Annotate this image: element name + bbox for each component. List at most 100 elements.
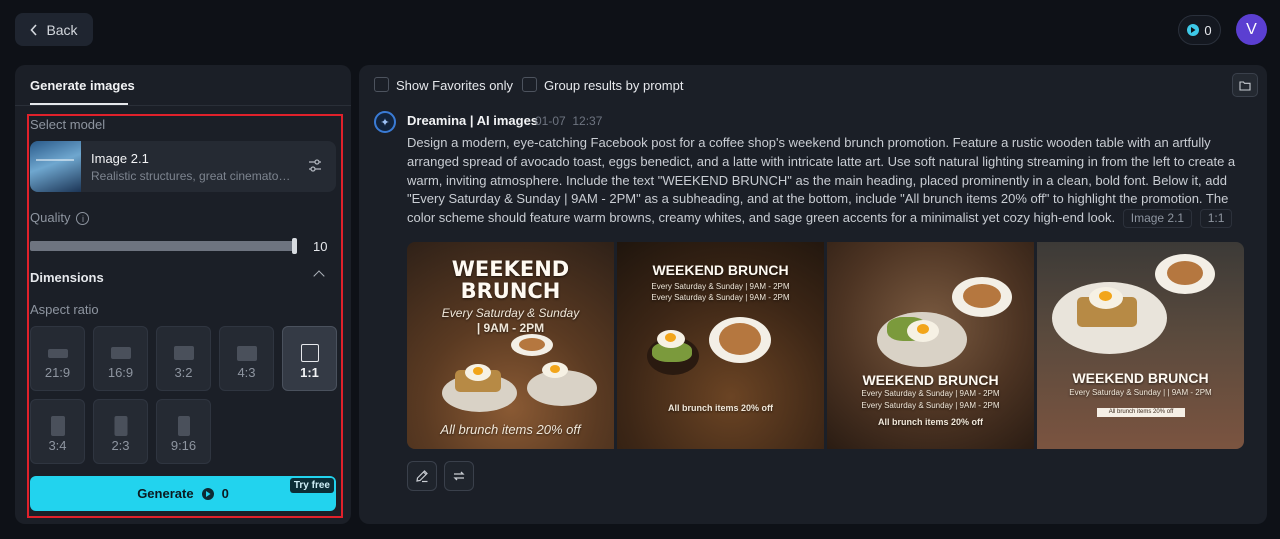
aspect-ratio-1-1[interactable]: 1:1 — [282, 326, 337, 391]
generated-image-3[interactable]: WEEKEND BRUNCH Every Saturday & Sunday |… — [827, 242, 1034, 449]
back-label: Back — [46, 21, 78, 38]
show-favorites-checkbox[interactable] — [374, 77, 389, 92]
coin-icon — [201, 487, 214, 500]
model-tag: Image 2.1 — [1122, 209, 1193, 229]
image-offer: All brunch items 20% off — [440, 422, 581, 437]
timestamp: 01-07 12:37 — [535, 114, 602, 128]
latte-art — [719, 323, 761, 355]
latte-art — [1167, 261, 1203, 285]
model-selector[interactable]: Image 2.1 Realistic structures, great ci… — [30, 141, 336, 192]
quality-label-text: Quality — [30, 210, 71, 225]
credits-pill[interactable]: 0 — [1178, 15, 1221, 45]
ratio-tag: 1:1 — [1199, 209, 1233, 229]
generate-cost: 0 — [221, 486, 229, 501]
aspect-ratio-shape-icon — [114, 416, 127, 436]
aspect-ratio-label: 9:16 — [170, 438, 197, 453]
quality-slider-track[interactable] — [30, 241, 297, 251]
sliders-icon[interactable] — [307, 158, 323, 174]
aspect-ratio-label: 3:2 — [174, 365, 193, 380]
info-icon[interactable]: i — [76, 212, 90, 226]
image-hours: | 9AM - 2PM — [476, 321, 545, 335]
image-hours: Every Saturday & Sunday | 9AM - 2PM — [651, 293, 790, 302]
panel-tabs: Generate images — [15, 65, 351, 106]
aspect-ratio-16-9[interactable]: 16:9 — [93, 326, 148, 391]
show-favorites-label[interactable]: Show Favorites only — [396, 78, 513, 93]
image-title: WEEKEND BRUNCH — [862, 372, 999, 388]
generate-panel: Generate images Select model Image 2.1 R… — [15, 65, 351, 524]
aspect-ratio-shape-icon — [173, 346, 194, 360]
generated-image-4[interactable]: WEEKEND BRUNCH Every Saturday & Sunday |… — [1037, 242, 1244, 449]
image-subtitle: Every Saturday & Sunday | 9AM - 2PM — [861, 389, 1000, 398]
back-button[interactable]: Back — [15, 13, 93, 46]
date: 01-07 — [535, 114, 566, 128]
aspect-ratio-shape-icon — [177, 416, 190, 436]
aspect-ratio-9-16[interactable]: 9:16 — [156, 399, 211, 464]
folder-icon — [1239, 80, 1251, 91]
model-name: Image 2.1 — [91, 151, 149, 166]
aspect-ratio-label: 21:9 — [44, 365, 71, 380]
group-results-label[interactable]: Group results by prompt — [544, 78, 683, 93]
try-free-badge: Try free — [289, 478, 334, 493]
image-offer: All brunch items 20% off — [877, 417, 984, 427]
latte-art — [963, 284, 1001, 308]
select-model-label: Select model — [30, 117, 106, 132]
generate-button[interactable]: Generate 0 Try free — [30, 476, 336, 511]
aspect-ratio-label: 2:3 — [111, 438, 130, 453]
yolk — [473, 367, 483, 375]
aspect-ratio-2-3[interactable]: 2:3 — [93, 399, 148, 464]
regenerate-button[interactable] — [444, 461, 474, 491]
edit-button[interactable] — [407, 461, 437, 491]
tab-underline — [30, 103, 128, 105]
image-title: WEEKEND BRUNCH — [652, 262, 789, 278]
image-subtitle: Every Saturday & Sunday | | 9AM - 2PM — [1069, 388, 1212, 397]
model-thumbnail — [30, 141, 81, 192]
aspect-ratio-4-3[interactable]: 4:3 — [219, 326, 274, 391]
image-subtitle: Every Saturday & Sunday — [441, 306, 580, 320]
aspect-ratio-shape-icon — [110, 347, 131, 359]
aspect-ratio-label: 1:1 — [300, 365, 319, 380]
yolk — [917, 324, 929, 334]
group-results-checkbox[interactable] — [522, 77, 537, 92]
prompt-text: Design a modern, eye-catching Facebook p… — [407, 134, 1252, 229]
quality-label: Quality i — [30, 210, 90, 226]
aspect-ratio-label: 4:3 — [237, 365, 256, 380]
yolk — [665, 333, 676, 342]
quality-value: 10 — [313, 239, 328, 254]
yolk — [1099, 291, 1112, 301]
image-hours: Every Saturday & Sunday | 9AM - 2PM — [861, 401, 1000, 410]
results-panel: Show Favorites only Group results by pro… — [359, 65, 1267, 524]
chevron-left-icon — [30, 23, 38, 36]
generated-image-1[interactable]: WEEKEND BRUNCH Every Saturday & Sunday |… — [407, 242, 614, 449]
aspect-ratio-label: 3:4 — [48, 438, 67, 453]
generated-image-2[interactable]: WEEKEND BRUNCH Every Saturday & Sunday |… — [617, 242, 824, 449]
image-title: WEEKEND BRUNCH — [451, 257, 570, 303]
latte-art — [519, 338, 545, 351]
dimensions-heading: Dimensions — [30, 270, 104, 285]
folder-button[interactable] — [1232, 73, 1258, 97]
image-offer: All brunch items 20% off — [667, 403, 774, 413]
prompt-body: Design a modern, eye-catching Facebook p… — [407, 135, 1236, 226]
pencil-icon — [416, 470, 428, 483]
brand-name: Dreamina | AI images — [407, 113, 539, 128]
aspect-ratio-shape-icon — [50, 416, 65, 436]
aspect-ratio-shape-icon — [47, 348, 68, 358]
dreamina-logo-icon: ✦ — [374, 111, 396, 133]
quality-slider-handle[interactable] — [292, 238, 297, 254]
credits-count: 0 — [1204, 22, 1212, 38]
model-description: Realistic structures, great cinematograp… — [91, 169, 291, 183]
aspect-ratio-label: 16:9 — [107, 365, 134, 380]
refresh-icon — [453, 471, 465, 481]
coin-icon — [1187, 24, 1200, 36]
chevron-up-icon[interactable] — [313, 270, 325, 282]
time: 12:37 — [572, 114, 603, 128]
tab-generate-images[interactable]: Generate images — [30, 78, 135, 93]
yolk — [550, 365, 560, 373]
aspect-ratio-21-9[interactable]: 21:9 — [30, 326, 85, 391]
aspect-ratio-shape-icon — [236, 345, 257, 361]
aspect-ratio-3-4[interactable]: 3:4 — [30, 399, 85, 464]
aspect-ratio-label: Aspect ratio — [30, 302, 99, 317]
aspect-ratio-3-2[interactable]: 3:2 — [156, 326, 211, 391]
image-subtitle: Every Saturday & Sunday | 9AM - 2PM — [651, 282, 790, 291]
image-offer: All brunch items 20% off — [1097, 408, 1185, 417]
avatar[interactable]: V — [1236, 14, 1267, 45]
